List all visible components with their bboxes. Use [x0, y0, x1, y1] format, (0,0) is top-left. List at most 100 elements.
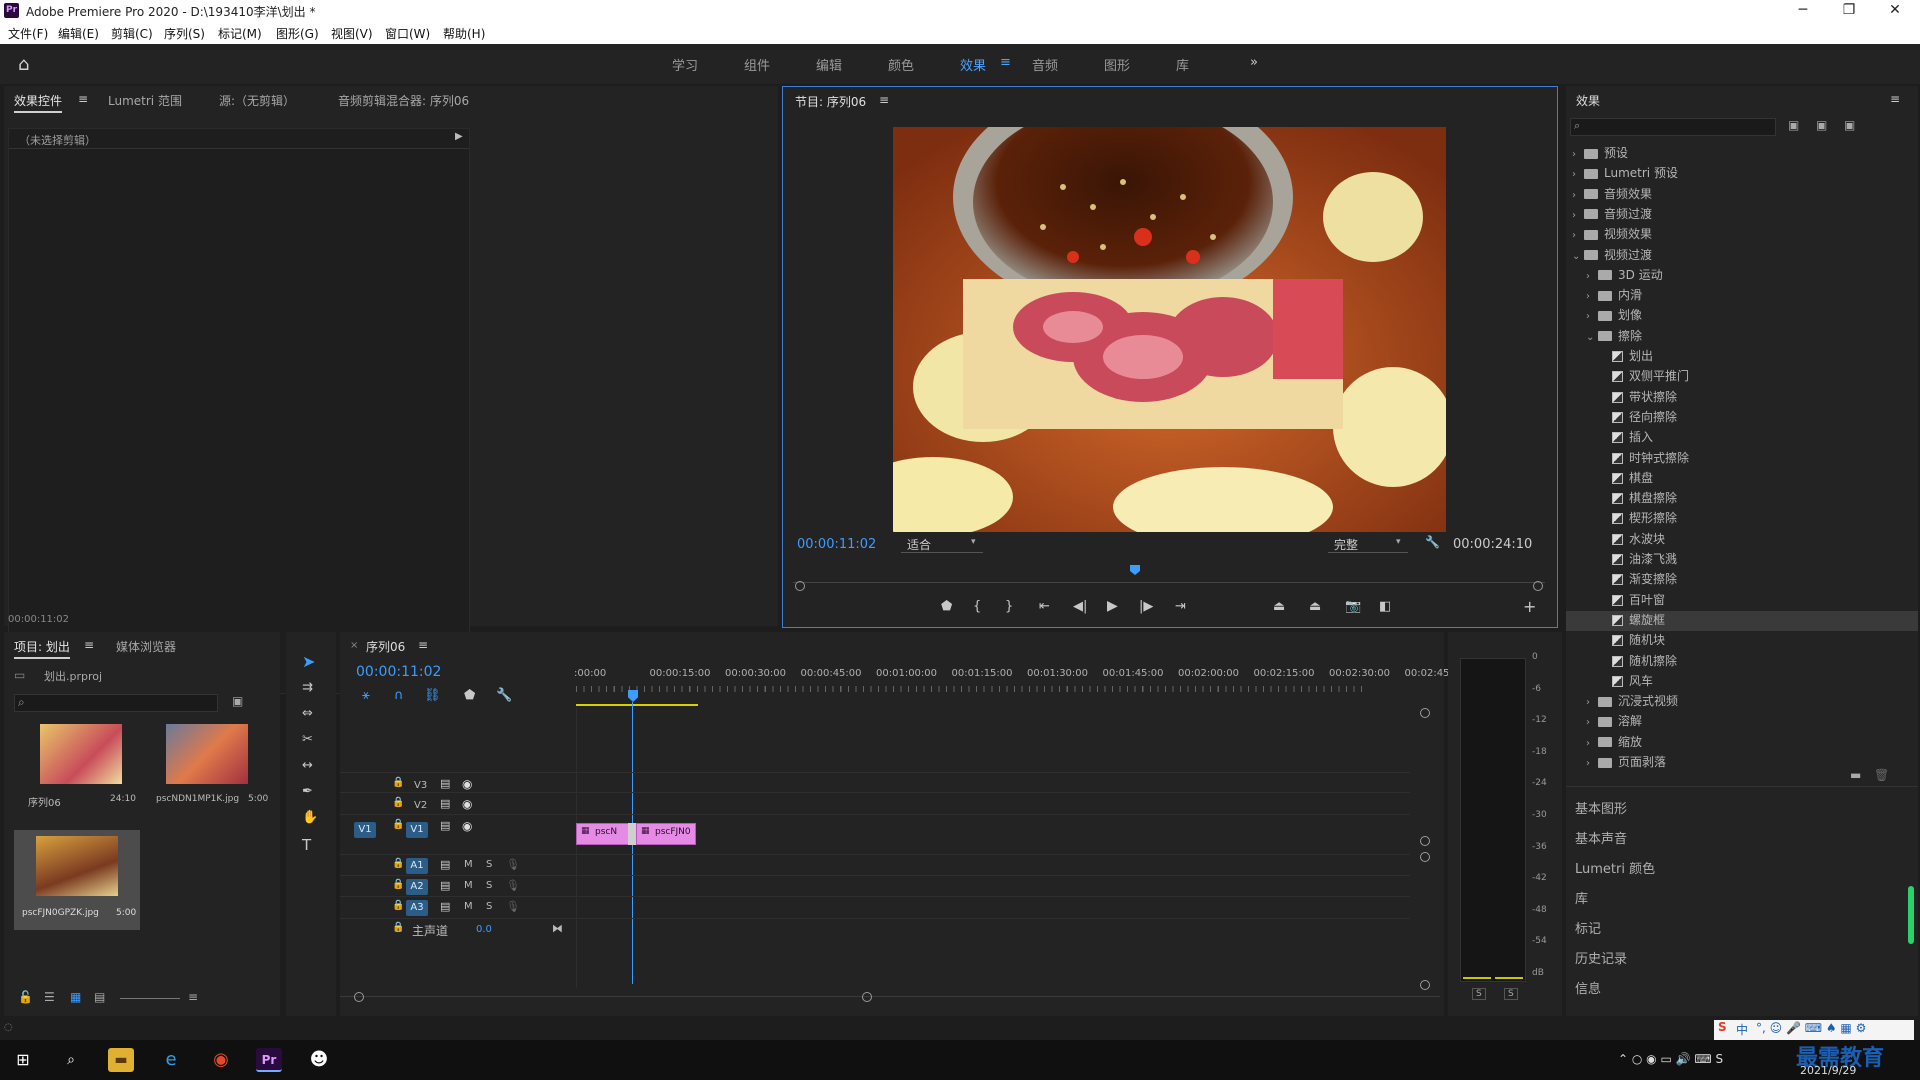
tab-lumetri-scopes[interactable]: Lumetri 范围 [108, 92, 182, 109]
premiere-taskbar-icon[interactable]: Pr [256, 1048, 282, 1072]
accelerated-effects-icon[interactable]: ▣ [1788, 118, 1799, 132]
effect-folder[interactable]: › 溶解 [1566, 712, 1918, 732]
chevron-right-icon[interactable]: › [1572, 169, 1584, 180]
mark-in-icon[interactable]: { [973, 599, 981, 614]
sync-lock-icon[interactable]: ▤ [440, 819, 450, 832]
lock-icon[interactable]: 🔒 [392, 900, 404, 911]
menu-edit[interactable]: 编辑(E) [58, 25, 99, 42]
effect-item[interactable]: 带状擦除 [1566, 388, 1918, 408]
effect-item[interactable]: 百叶窗 [1566, 591, 1918, 611]
master-expand-icon[interactable]: ⧓ [552, 922, 563, 935]
ie-browser-icon[interactable]: e [158, 1048, 184, 1072]
search-icon[interactable]: ⌕ [58, 1048, 84, 1072]
workspace-graphics[interactable]: 图形 [1104, 55, 1130, 74]
new-bin-icon[interactable]: ▬ [1850, 768, 1861, 782]
selection-tool-icon[interactable]: ➤ [302, 652, 315, 671]
program-mini-ruler[interactable] [793, 571, 1545, 583]
effect-folder[interactable]: › 沉浸式视频 [1566, 692, 1918, 712]
lock-icon[interactable]: 🔓 [18, 990, 33, 1004]
sync-lock-icon[interactable]: ▤ [440, 777, 450, 790]
type-tool-icon[interactable]: T [302, 836, 311, 854]
panel-essential-graphics[interactable]: 基本图形 [1575, 798, 1627, 817]
workspace-more-icon[interactable]: » [1250, 55, 1258, 70]
effect-item[interactable]: 棋盘 [1566, 469, 1918, 489]
lock-icon[interactable]: 🔒 [392, 777, 404, 788]
sync-lock-icon[interactable]: ▤ [440, 858, 450, 871]
project-search-input[interactable]: ⌕ [14, 694, 218, 712]
sync-lock-icon[interactable]: ▤ [440, 879, 450, 892]
chevron-right-icon[interactable]: › [1586, 697, 1598, 708]
icon-view-icon[interactable]: ▦ [70, 990, 81, 1004]
menu-graphics[interactable]: 图形(G) [276, 25, 319, 42]
solo-left-button[interactable]: S [1472, 988, 1486, 1000]
tab-source[interactable]: 源:（无剪辑） [219, 92, 295, 109]
effect-folder[interactable]: › 划像 [1566, 306, 1918, 326]
program-menu-icon[interactable]: ≡ [879, 93, 889, 107]
workspace-assembly[interactable]: 组件 [744, 55, 770, 74]
effect-item[interactable]: 风车 [1566, 672, 1918, 692]
zoom-handle-left[interactable] [795, 581, 805, 591]
chevron-right-icon[interactable]: › [1586, 758, 1598, 769]
h-scroll-handle-left[interactable] [354, 992, 364, 1002]
v-scroll-handle-top[interactable] [1420, 708, 1430, 718]
effect-folder[interactable]: › 视频效果 [1566, 225, 1918, 245]
panel-history[interactable]: 历史记录 [1575, 948, 1627, 967]
windows-start-icon[interactable]: ⊞ [10, 1048, 36, 1072]
track-select-tool-icon[interactable]: ⇉ [302, 680, 313, 695]
mute-button[interactable]: M [464, 880, 473, 891]
effect-item[interactable]: 螺旋框 [1566, 610, 1918, 631]
v-scroll-handle-bottom[interactable] [1420, 980, 1430, 990]
panel-libraries[interactable]: 库 [1575, 888, 1588, 907]
close-button[interactable]: ✕ [1872, 0, 1918, 22]
menu-file[interactable]: 文件(F) [8, 25, 48, 42]
chevron-right-icon[interactable]: › [1586, 717, 1598, 728]
add-button-icon[interactable]: + [1523, 597, 1536, 616]
effect-item[interactable]: 划出 [1566, 347, 1918, 367]
menu-sequence[interactable]: 序列(S) [164, 25, 205, 42]
go-to-in-icon[interactable]: ⇤ [1039, 599, 1050, 614]
ripple-edit-tool-icon[interactable]: ⇔ [302, 706, 313, 721]
zoom-handle-right[interactable] [1533, 581, 1543, 591]
effect-item[interactable]: 水波块 [1566, 530, 1918, 550]
track-target-a1[interactable]: A1 [406, 858, 428, 874]
effect-item[interactable]: 油漆飞溅 [1566, 550, 1918, 570]
fit-dropdown[interactable]: 适合 ▾ [901, 535, 983, 553]
camera-icon[interactable]: 📷 [1345, 599, 1361, 614]
horizontal-scrollbar-track[interactable] [340, 996, 1440, 997]
solo-right-button[interactable]: S [1504, 988, 1518, 1000]
chevron-down-icon[interactable]: ⌄ [1572, 251, 1584, 262]
track-target-a2[interactable]: A2 [406, 879, 428, 895]
slip-tool-icon[interactable]: ↔ [302, 758, 313, 773]
chevron-down-icon[interactable]: ⌄ [1586, 332, 1598, 343]
expand-arrow-icon[interactable]: ▶ [455, 131, 463, 142]
effect-folder[interactable]: ⌄ 视频过渡 [1566, 246, 1918, 266]
v-scroll-handle-mid2[interactable] [1420, 852, 1430, 862]
file-explorer-icon[interactable]: ▬ [108, 1048, 134, 1072]
mark-out-icon[interactable]: } [1005, 599, 1013, 614]
h-scroll-handle-right[interactable] [862, 992, 872, 1002]
effects-search-input[interactable]: ⌕ [1570, 118, 1776, 136]
effects-menu-icon[interactable]: ≡ [1890, 92, 1900, 106]
mic-icon[interactable]: 🎙 [506, 858, 520, 871]
panel-lumetri-color[interactable]: Lumetri 颜色 [1575, 858, 1655, 877]
workspace-audio[interactable]: 音频 [1032, 55, 1058, 74]
sort-icon[interactable]: ≡ [188, 990, 198, 1004]
mic-icon[interactable]: 🎙 [506, 879, 520, 892]
workspace-effects[interactable]: 效果 [960, 55, 986, 74]
workspace-menu-icon[interactable]: ≡ [1000, 55, 1011, 70]
transition-marker[interactable] [628, 823, 636, 845]
source-patch-v1[interactable]: V1 [354, 822, 376, 838]
effect-item[interactable]: 径向擦除 [1566, 408, 1918, 428]
maximize-button[interactable]: ❐ [1826, 0, 1872, 22]
effect-folder[interactable]: › 内滑 [1566, 286, 1918, 306]
lift-icon[interactable]: ⏏ [1273, 599, 1285, 614]
mute-button[interactable]: M [464, 901, 473, 912]
panel-info[interactable]: 信息 [1575, 978, 1601, 997]
effect-folder[interactable]: › 预设 [1566, 144, 1918, 164]
chevron-right-icon[interactable]: › [1586, 291, 1598, 302]
mute-button[interactable]: M [464, 859, 473, 870]
effect-folder[interactable]: › Lumetri 预设 [1566, 164, 1918, 184]
wrench-icon[interactable]: 🔧 [1425, 535, 1440, 549]
sync-lock-icon[interactable]: ▤ [440, 797, 450, 810]
go-to-out-icon[interactable]: ⇥ [1175, 599, 1186, 614]
